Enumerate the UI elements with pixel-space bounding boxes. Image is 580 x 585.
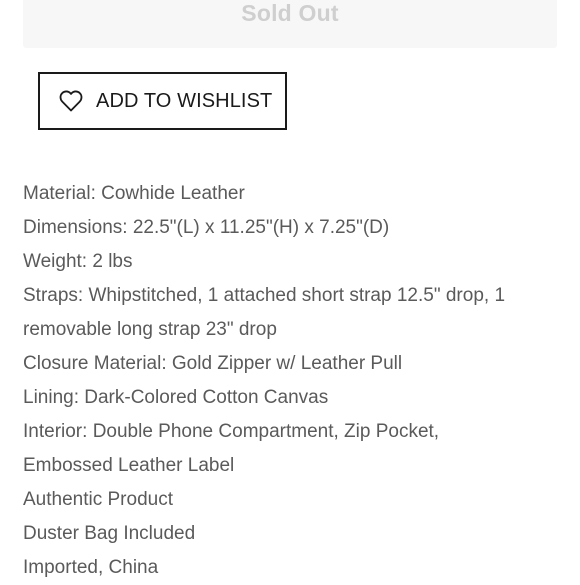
detail-line: Authentic Product bbox=[23, 489, 173, 510]
detail-line: Interior: Double Phone Compartment, Zip … bbox=[23, 421, 440, 442]
detail-line: Lining: Dark-Colored Cotton Canvas bbox=[23, 387, 329, 408]
sold-out-button: Sold Out bbox=[23, 0, 557, 48]
heart-outline-icon bbox=[58, 89, 84, 113]
product-details-list: Material: Cowhide Leather Dimensions: 22… bbox=[23, 177, 568, 585]
add-to-wishlist-button[interactable]: ADD TO WISHLIST bbox=[38, 72, 287, 130]
detail-line: Weight: 2 lbs bbox=[23, 251, 133, 272]
detail-line: Dimensions: 22.5"(L) x 11.25"(H) x 7.25"… bbox=[23, 217, 390, 238]
detail-line: Material: Cowhide Leather bbox=[23, 183, 245, 204]
detail-line: Duster Bag Included bbox=[23, 523, 196, 544]
wishlist-label: ADD TO WISHLIST bbox=[96, 89, 273, 112]
sold-out-label: Sold Out bbox=[241, 0, 339, 26]
detail-line: Closure Material: Gold Zipper w/ Leather… bbox=[23, 353, 403, 374]
detail-line: Straps: Whipstitched, 1 attached short s… bbox=[23, 285, 506, 306]
detail-line: removable long strap 23" drop bbox=[23, 319, 277, 340]
detail-line: Embossed Leather Label bbox=[23, 455, 235, 476]
